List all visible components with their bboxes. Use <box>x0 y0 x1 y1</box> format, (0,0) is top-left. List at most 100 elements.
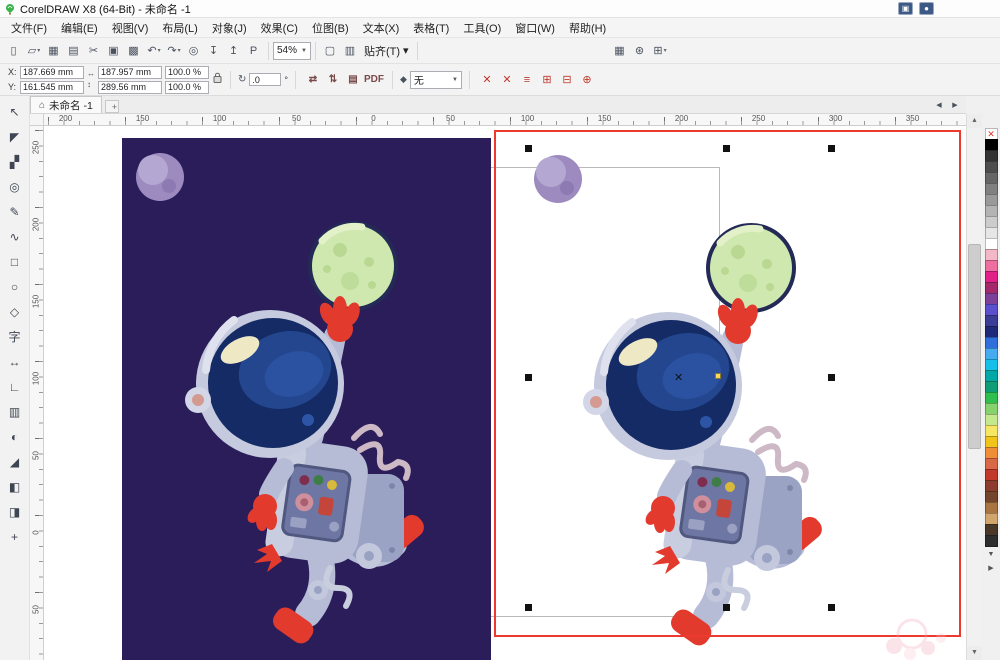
new-document-button[interactable]: ▯ <box>4 41 24 61</box>
order-button[interactable]: ⊞ <box>537 70 557 90</box>
save-button[interactable]: ▦ <box>44 41 64 61</box>
selection-handle-middle-right[interactable] <box>828 374 835 381</box>
zoom-level-combo[interactable]: 54% ▼ <box>273 42 311 60</box>
scale-x-field[interactable] <box>165 66 209 79</box>
options-button[interactable]: ⊛ <box>630 41 650 61</box>
vertical-scrollbar[interactable]: ▲ ▼ <box>966 114 982 660</box>
scrollbar-thumb[interactable] <box>968 244 981 449</box>
menu-item[interactable]: 文件(F) <box>4 18 54 38</box>
scroll-up-icon[interactable]: ▲ <box>967 114 982 128</box>
dimension-tool[interactable]: ↔ <box>3 350 27 373</box>
selection-handle-bottom-center[interactable] <box>723 604 730 611</box>
menu-item[interactable]: 表格(T) <box>406 18 456 38</box>
palette-flyout-icon[interactable]: ▶ <box>984 562 998 574</box>
astronaut-artwork-original[interactable] <box>122 138 491 660</box>
x-position-field[interactable] <box>20 66 84 79</box>
redo-button[interactable]: ↷▾ <box>164 41 184 61</box>
color-eyedropper-tool[interactable]: ◢ <box>3 450 27 473</box>
polygon-tool[interactable]: ◇ <box>3 300 27 323</box>
search-content-button[interactable]: ◎ <box>184 41 204 61</box>
publish-pdf-button[interactable]: PDF <box>363 70 385 90</box>
selection-handle-middle-left[interactable] <box>525 374 532 381</box>
menu-item[interactable]: 窗口(W) <box>508 18 562 38</box>
object-width-field[interactable] <box>98 66 162 79</box>
cut-button[interactable]: ✂ <box>84 41 104 61</box>
snap-to-combo[interactable]: 贴齐(T) ▾ <box>360 42 413 60</box>
lock-ratio-icon[interactable] <box>212 71 223 89</box>
import-button[interactable]: ↧ <box>204 41 224 61</box>
mirror-horizontal-button[interactable]: ⇄ <box>303 70 323 90</box>
selection-center-marker: ✕ <box>674 373 683 383</box>
object-height-field[interactable] <box>98 81 162 94</box>
scale-y-field[interactable] <box>165 81 209 94</box>
menu-item[interactable]: 帮助(H) <box>562 18 613 38</box>
document-tab[interactable]: ⌂ 未命名 -1 <box>30 96 102 113</box>
quick-customize-button[interactable]: ⊕ <box>577 70 597 90</box>
rectangle-tool[interactable]: □ <box>3 250 27 273</box>
scroll-down-icon[interactable]: ▼ <box>967 646 982 660</box>
ellipse-tool[interactable]: ○ <box>3 275 27 298</box>
capture-tool-icon[interactable]: ▣ <box>898 2 913 15</box>
record-tool-icon[interactable]: ● <box>919 2 934 15</box>
fullscreen-preview-button[interactable]: ▢ <box>320 41 340 61</box>
selection-handle-top-right[interactable] <box>828 145 835 152</box>
rotation-angle-field[interactable] <box>249 73 281 86</box>
freehand-tool[interactable]: ✎ <box>3 200 27 223</box>
menu-item[interactable]: 视图(V) <box>105 18 156 38</box>
selection-handle-top-center[interactable] <box>723 145 730 152</box>
application-launcher-button[interactable]: ⊞▾ <box>650 41 670 61</box>
drop-shadow-tool[interactable]: ▥ <box>3 400 27 423</box>
y-position-field[interactable] <box>20 81 84 94</box>
zoom-tool[interactable]: ◎ <box>3 175 27 198</box>
selection-handle-top-left[interactable] <box>525 145 532 152</box>
outline-width-combo[interactable]: 无 ▼ <box>410 71 462 89</box>
artistic-media-tool[interactable]: ∿ <box>3 225 27 248</box>
drawing-canvas[interactable]: ✕ <box>44 126 966 660</box>
show-grid-button[interactable]: ▦ <box>610 41 630 61</box>
transparency-tool[interactable]: ◐ <box>3 425 27 448</box>
menu-item[interactable]: 布局(L) <box>155 18 204 38</box>
ruler-label: 150 <box>104 114 181 124</box>
ruler-origin-box[interactable] <box>30 114 44 126</box>
ruler-label: 50 <box>30 450 44 462</box>
publish-pdf-button[interactable]: P <box>244 41 264 61</box>
add-tools-button[interactable]: + <box>3 525 27 548</box>
convert-outline-button[interactable]: ✕ <box>477 70 497 90</box>
shape-tool[interactable]: ◤ <box>3 125 27 148</box>
paste-button[interactable]: ▩ <box>124 41 144 61</box>
interactive-fill-tool[interactable]: ◨ <box>3 500 27 523</box>
selection-handle-bottom-left[interactable] <box>525 604 532 611</box>
vertical-ruler[interactable]: 25020015010050050 <box>30 126 44 660</box>
fill-tool[interactable]: ◧ <box>3 475 27 498</box>
group-button[interactable]: ⊟ <box>557 70 577 90</box>
undo-button[interactable]: ↶▾ <box>144 41 164 61</box>
wrap-text-button[interactable]: ▤ <box>343 70 363 90</box>
edit-node-marker[interactable] <box>715 373 721 379</box>
tab-scroll-right-button[interactable]: ▶ <box>948 99 962 113</box>
menu-item[interactable]: 编辑(E) <box>54 18 105 38</box>
palette-scroll-down-icon[interactable]: ▼ <box>984 548 998 560</box>
menu-item[interactable]: 对象(J) <box>205 18 254 38</box>
remove-outline-button[interactable]: ✕ <box>497 70 517 90</box>
pick-tool[interactable]: ↖ <box>3 100 27 123</box>
ruler-label: 0 <box>30 527 44 539</box>
copy-button[interactable]: ▣ <box>104 41 124 61</box>
connector-tool[interactable]: ∟ <box>3 375 27 398</box>
show-rulers-button[interactable]: ▥ <box>340 41 360 61</box>
mirror-vertical-button[interactable]: ⇅ <box>323 70 343 90</box>
horizontal-ruler[interactable]: 20015010050050100150200250300350 <box>44 114 966 126</box>
new-tab-button[interactable]: + <box>105 100 119 113</box>
export-button[interactable]: ↥ <box>224 41 244 61</box>
text-tool[interactable]: 字 <box>3 325 27 348</box>
menu-item[interactable]: 工具(O) <box>456 18 508 38</box>
menu-item[interactable]: 位图(B) <box>305 18 356 38</box>
open-button[interactable]: ▱▾ <box>24 41 44 61</box>
menu-item[interactable]: 效果(C) <box>254 18 305 38</box>
align-distribute-button[interactable]: ≡ <box>517 70 537 90</box>
tab-scroll-left-button[interactable]: ◀ <box>932 99 946 113</box>
menu-item[interactable]: 文本(X) <box>356 18 407 38</box>
crop-tool[interactable]: ▞ <box>3 150 27 173</box>
selection-handle-bottom-right[interactable] <box>828 604 835 611</box>
print-button[interactable]: ▤ <box>64 41 84 61</box>
color-swatch[interactable] <box>985 535 998 547</box>
